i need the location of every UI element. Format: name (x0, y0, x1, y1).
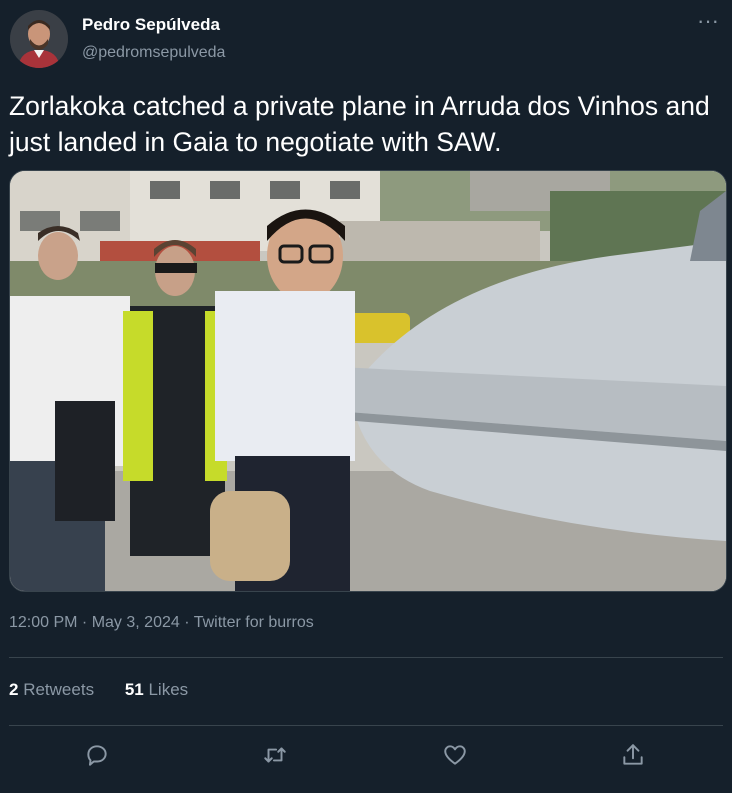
action-bar (0, 736, 732, 776)
retweets-count: 2 (9, 680, 19, 699)
reply-icon[interactable] (84, 742, 114, 772)
likes-stat[interactable]: 51 Likes (125, 680, 188, 700)
tweet-source[interactable]: Twitter for burros (194, 614, 314, 631)
share-icon[interactable] (620, 742, 650, 772)
tweet: Pedro Sepúlveda @pedromsepulveda ··· Zor… (0, 0, 732, 793)
likes-label: Likes (148, 680, 189, 699)
retweets-label: Retweets (23, 680, 95, 699)
tweet-stats: 2 Retweets 51 Likes (9, 680, 214, 700)
retweet-icon[interactable] (262, 742, 292, 772)
tweet-meta: 12:00 PM · May 3, 2024 · Twitter for bur… (9, 614, 314, 632)
likes-count: 51 (124, 680, 144, 699)
retweets-stat[interactable]: 2 Retweets (9, 680, 94, 700)
avatar[interactable] (10, 10, 68, 68)
tweet-text: Zorlakoka catched a private plane in Arr… (9, 91, 710, 157)
tweet-date[interactable]: May 3, 2024 (92, 614, 180, 631)
meta-separator: · (77, 614, 92, 631)
author-handle[interactable]: @pedromsepulveda (82, 44, 225, 62)
like-icon[interactable] (442, 742, 472, 772)
more-icon[interactable]: ··· (696, 6, 720, 36)
tweet-photo[interactable] (9, 170, 727, 592)
tweet-time[interactable]: 12:00 PM (9, 614, 77, 631)
divider (9, 657, 723, 658)
meta-separator: · (179, 614, 194, 631)
author-name[interactable]: Pedro Sepúlveda (82, 15, 220, 35)
divider (9, 725, 723, 726)
